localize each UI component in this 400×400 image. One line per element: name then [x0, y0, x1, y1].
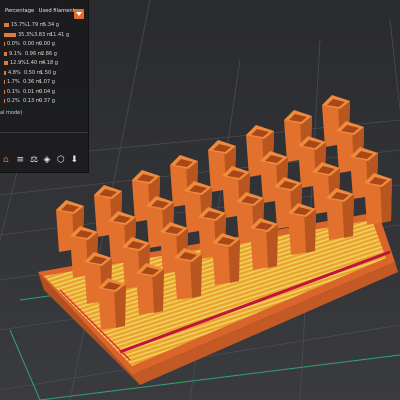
grams: 0.37 g	[39, 98, 55, 104]
percent: 0.1%	[7, 88, 20, 95]
legend-swatch	[4, 23, 9, 27]
col-percentage: Percentage	[5, 8, 35, 14]
meters: 0.13 m	[23, 98, 41, 104]
grams: 0.00 g	[39, 41, 55, 47]
mode-note: al mode)	[0, 110, 23, 116]
col-used-filament: Used filament	[38, 8, 75, 14]
legend-header: Percentage Used filament	[5, 8, 75, 14]
meters: 3.83 m	[34, 31, 52, 38]
grams: 1.07 g	[39, 79, 55, 85]
slice-icon[interactable]: ⚖	[30, 155, 40, 165]
home-icon[interactable]: ⌂	[3, 155, 13, 165]
view-toolbar: ⌂ ≡ ⚖ ◈ ⬡ ⬇	[0, 152, 88, 170]
legend-swatch	[4, 80, 5, 84]
tray-cup	[212, 233, 240, 285]
percent: 0.2%	[7, 98, 20, 104]
export-icon[interactable]: ⬇	[71, 155, 81, 165]
grams: 11.41 g	[50, 31, 70, 38]
legend-swatch	[4, 99, 5, 103]
filament-legend-panel: Percentage Used filament 15.7%1.79 m5.34…	[0, 0, 89, 173]
legend-row: 1.7% 0.36 m1.07 g	[4, 79, 55, 86]
legend-swatch	[4, 32, 16, 37]
chevron-down-icon[interactable]	[74, 9, 84, 19]
tray-cup	[174, 248, 202, 300]
percent: 4.8%	[8, 69, 21, 76]
divider	[0, 132, 88, 133]
meters: 0.36 m	[23, 79, 41, 85]
grams: 0.04 g	[39, 88, 55, 95]
view-icon[interactable]: ◈	[44, 155, 54, 165]
percent: 1.7%	[7, 79, 20, 85]
legend-swatch	[4, 70, 6, 75]
grams: 2.86 g	[41, 50, 57, 57]
meters: 0.50 m	[24, 69, 42, 76]
meters: 1.40 m	[26, 60, 44, 66]
legend-row: 0.2% 0.13 m0.37 g	[4, 98, 55, 105]
percent: 0.0%	[7, 41, 20, 47]
percent: 9.1%	[9, 50, 22, 57]
layers-icon[interactable]: ≡	[17, 155, 27, 165]
meters: 0.00 m	[23, 41, 41, 47]
tray-cup	[250, 218, 278, 270]
legend-row: 9.1% 0.96 m2.86 g	[4, 51, 57, 58]
grams: 4.18 g	[42, 60, 58, 66]
legend-row: 35.3%3.83 m11.41 g	[4, 32, 69, 39]
legend-row: 0.1% 0.01 m0.04 g	[4, 89, 55, 96]
tray-cup	[326, 188, 354, 240]
tray-cup	[136, 263, 164, 315]
cube-icon[interactable]: ⬡	[57, 155, 67, 165]
legend-swatch	[4, 61, 8, 65]
meters: 0.96 m	[25, 50, 43, 57]
legend-swatch	[4, 51, 7, 56]
tray-cup	[98, 278, 126, 330]
legend-swatch	[4, 42, 5, 46]
percent: 12.9%	[10, 60, 26, 66]
legend-row: 12.9%1.40 m4.18 g	[4, 60, 58, 67]
grams: 5.34 g	[43, 22, 59, 28]
legend-swatch	[4, 89, 5, 94]
meters: 0.01 m	[23, 88, 41, 95]
meters: 1.79 m	[27, 22, 45, 28]
tray-cup	[288, 203, 316, 255]
tray-cup	[364, 173, 392, 225]
legend-row: 0.0% 0.00 m0.00 g	[4, 41, 55, 48]
legend-row: 15.7%1.79 m5.34 g	[4, 22, 59, 29]
percent: 15.7%	[11, 22, 27, 28]
legend-row: 4.8% 0.50 m1.50 g	[4, 70, 56, 77]
grams: 1.50 g	[40, 69, 56, 76]
percent: 35.3%	[18, 31, 34, 38]
